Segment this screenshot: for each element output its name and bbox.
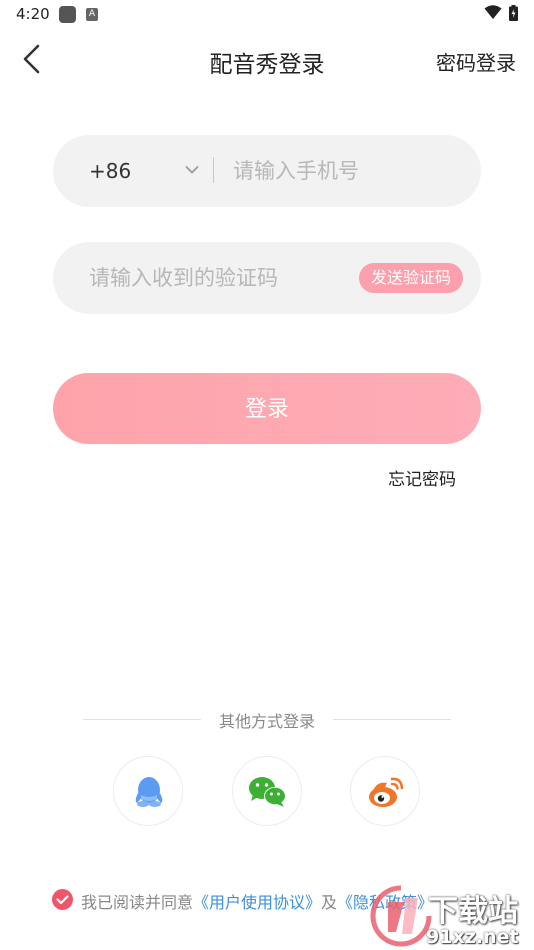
weibo-login-button[interactable] [350,756,420,826]
watermark-brand: 下载站 [428,894,518,929]
country-code-select[interactable]: +86 [89,159,131,183]
agreement-prefix: 我已阅读并同意 [81,893,194,912]
status-time: 4:20 [16,5,50,23]
chevron-down-icon[interactable] [185,165,199,175]
divider-line [333,719,451,720]
other-login-label: 其他方式登录 [218,712,315,731]
status-bar: 4:20 A [0,0,534,28]
wechat-login-button[interactable] [232,756,302,826]
send-code-button[interactable]: 发送验证码 [358,263,463,293]
wifi-icon [484,5,502,19]
qq-icon [135,777,163,807]
check-icon [56,895,69,905]
weibo-icon [369,777,404,807]
password-login-button[interactable]: 密码登录 [436,47,516,76]
verification-code-field: 发送验证码 [53,242,481,314]
a-notification-icon: A [86,8,98,21]
field-divider [213,157,214,183]
verification-code-input[interactable] [89,262,339,294]
user-agreement-link[interactable]: 《用户使用协议》 [193,893,321,912]
watermark: 下载站 91xz.net [368,882,534,950]
login-button[interactable]: 登录 [53,373,481,444]
phone-field: +86 [53,135,481,207]
other-login-divider: 其他方式登录 [83,708,451,731]
battery-icon [509,5,518,21]
app-notification-icon [59,6,76,23]
agreement-connector: 及 [321,893,338,912]
watermark-url: 91xz.net [426,926,519,948]
watermark-logo-icon [370,885,432,947]
agreement-checkbox[interactable] [52,889,73,910]
phone-input[interactable] [233,155,463,187]
forgot-password-link[interactable]: 忘记密码 [388,465,456,490]
wechat-icon [249,777,286,807]
qq-login-button[interactable] [113,756,183,826]
